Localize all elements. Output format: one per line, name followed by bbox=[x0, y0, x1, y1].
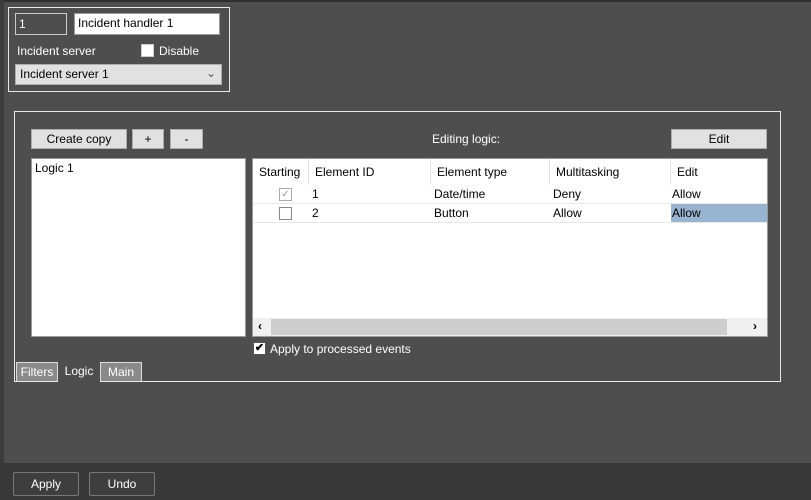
id-field[interactable]: 1 bbox=[15, 13, 67, 35]
top-border bbox=[0, 0, 811, 2]
left-border bbox=[0, 0, 4, 463]
edit-button[interactable]: Edit bbox=[671, 129, 767, 149]
create-copy-button[interactable]: Create copy bbox=[31, 129, 127, 149]
editing-logic-label: Editing logic: bbox=[432, 132, 501, 146]
elements-table: Starting Element ID Element type Multita… bbox=[252, 158, 768, 337]
tab-main[interactable]: Main bbox=[100, 362, 142, 381]
column-header-multitasking[interactable]: Multitasking bbox=[550, 159, 671, 185]
column-header-element-id[interactable]: Element ID bbox=[309, 159, 431, 185]
apply-button[interactable]: Apply bbox=[13, 472, 79, 496]
column-header-starting[interactable]: Starting bbox=[253, 159, 309, 185]
element-id-cell: 2 bbox=[309, 204, 431, 223]
tab-filters[interactable]: Filters bbox=[16, 362, 58, 381]
edit-cell: Allow bbox=[671, 185, 767, 204]
dropdown-value: Incident server 1 bbox=[20, 67, 109, 81]
starting-checkbox-checked[interactable]: ✓ bbox=[279, 188, 292, 201]
add-logic-button[interactable]: + bbox=[132, 129, 164, 149]
remove-logic-button[interactable]: - bbox=[170, 129, 203, 149]
column-header-element-type[interactable]: Element type bbox=[431, 159, 550, 185]
incident-server-label: Incident server bbox=[17, 44, 96, 58]
chevron-down-icon: ⌄ bbox=[205, 66, 216, 80]
horizontal-scrollbar[interactable]: ‹ › bbox=[253, 318, 767, 336]
starting-cell: ✓ bbox=[253, 185, 309, 204]
logic-list-item[interactable]: Logic 1 bbox=[32, 159, 245, 177]
tab-logic[interactable]: Logic bbox=[58, 363, 100, 382]
element-id-cell: 1 bbox=[309, 185, 431, 204]
scrollbar-thumb[interactable] bbox=[271, 319, 727, 335]
element-type-cell: Button bbox=[431, 204, 550, 223]
column-header-edit[interactable]: Edit bbox=[671, 159, 767, 185]
edit-cell-selected[interactable]: Allow bbox=[671, 204, 767, 223]
disable-checkbox[interactable] bbox=[141, 44, 154, 57]
apply-processed-checkbox[interactable]: ✔ bbox=[253, 342, 266, 355]
element-type-cell: Date/time bbox=[431, 185, 550, 204]
scroll-right-icon[interactable]: › bbox=[753, 319, 757, 333]
logic-list[interactable]: Logic 1 bbox=[31, 158, 246, 337]
disable-label: Disable bbox=[159, 44, 200, 58]
incident-server-dropdown[interactable]: Incident server 1 ⌄ bbox=[15, 64, 222, 85]
name-field[interactable]: Incident handler 1 bbox=[74, 13, 220, 35]
starting-cell bbox=[253, 204, 309, 223]
multitasking-cell: Deny bbox=[550, 185, 671, 204]
multitasking-cell: Allow bbox=[550, 204, 671, 223]
starting-checkbox[interactable] bbox=[279, 207, 292, 220]
scroll-left-icon[interactable]: ‹ bbox=[258, 319, 262, 333]
apply-processed-label: Apply to processed events bbox=[270, 342, 411, 356]
undo-button[interactable]: Undo bbox=[89, 472, 155, 496]
